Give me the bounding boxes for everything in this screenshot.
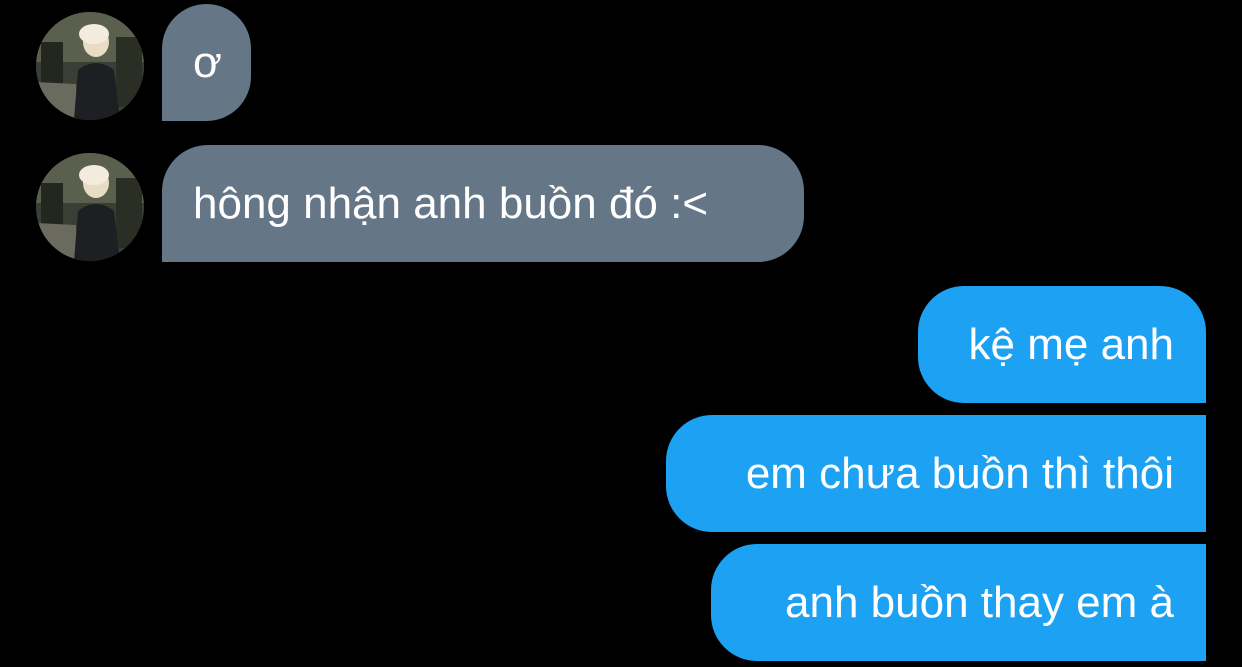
message-text: hông nhận anh buồn đó :< [193, 178, 709, 228]
incoming-message-bubble[interactable]: hông nhận anh buồn đó :< [162, 145, 804, 262]
avatar-photo [36, 153, 144, 261]
message-text: anh buồn thay em à [785, 577, 1174, 627]
outgoing-message-bubble[interactable]: em chưa buồn thì thôi [666, 415, 1206, 532]
outgoing-message-bubble[interactable]: kệ mẹ anh [918, 286, 1206, 403]
outgoing-message-bubble[interactable]: anh buồn thay em à [711, 544, 1206, 661]
message-text: ơ [193, 37, 222, 87]
message-text: em chưa buồn thì thôi [745, 448, 1174, 498]
incoming-message-bubble[interactable]: ơ [162, 4, 251, 121]
message-text: kệ mẹ anh [968, 319, 1174, 369]
sender-avatar[interactable] [36, 153, 144, 261]
sender-avatar[interactable] [36, 12, 144, 120]
avatar-photo [36, 12, 144, 120]
